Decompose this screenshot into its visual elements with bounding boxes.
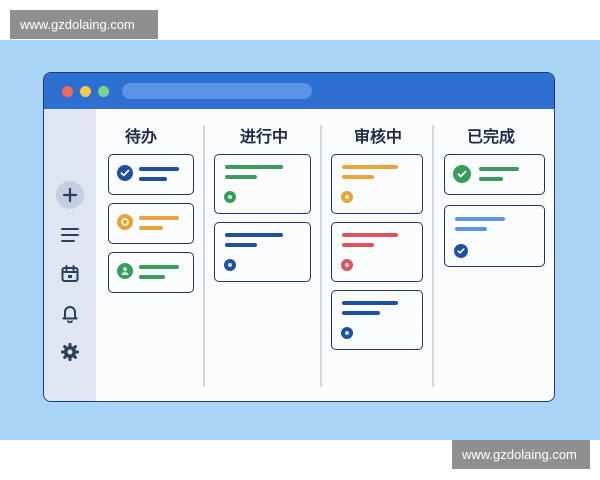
task-card[interactable] (444, 205, 545, 267)
status-dot-icon (345, 331, 349, 335)
sidebar-item-notifications[interactable] (56, 299, 84, 327)
sidebar-item-calendar[interactable] (56, 260, 84, 288)
user-icon (121, 267, 129, 275)
status-dot-icon (228, 263, 232, 267)
close-window-button[interactable] (62, 86, 73, 97)
column-title-review: 审核中 (353, 127, 402, 146)
task-card[interactable] (108, 203, 194, 244)
calendar-icon (61, 265, 79, 282)
gear-icon (121, 218, 129, 226)
app-window: 待办 进行中 审核中 已完成 (43, 72, 555, 402)
bell-icon (62, 306, 78, 323)
title-bar (44, 73, 554, 109)
sidebar (44, 109, 96, 401)
task-card[interactable] (108, 252, 194, 293)
column-title-done: 已完成 (466, 127, 515, 146)
column-divider (320, 125, 322, 387)
check-icon (120, 169, 130, 177)
column-divider (203, 125, 205, 387)
status-dot-icon (345, 195, 349, 199)
sidebar-item-list[interactable] (56, 221, 84, 249)
task-card[interactable] (214, 222, 311, 282)
plus-icon (62, 187, 78, 203)
address-bar[interactable] (122, 83, 312, 99)
column-divider (432, 125, 434, 387)
task-card[interactable] (214, 154, 311, 214)
column-title-in-progress: 进行中 (239, 127, 288, 146)
task-card[interactable] (108, 154, 194, 195)
watermark-bottom: www.gzdolaing.com (452, 440, 590, 469)
check-icon (457, 170, 467, 178)
add-task-button[interactable] (56, 181, 84, 209)
task-card[interactable] (331, 154, 423, 214)
task-card[interactable] (444, 154, 545, 195)
gear-icon (61, 343, 79, 361)
task-card[interactable] (331, 222, 423, 282)
minimize-window-button[interactable] (80, 86, 91, 97)
status-dot-icon (228, 195, 232, 199)
menu-icon (61, 228, 79, 242)
watermark-top: www.gzdolaing.com (10, 10, 158, 39)
status-dot-icon (345, 263, 349, 267)
sidebar-item-settings[interactable] (56, 338, 84, 366)
task-card[interactable] (331, 290, 423, 350)
column-title-todo: 待办 (124, 127, 157, 146)
check-icon (457, 248, 465, 254)
maximize-window-button[interactable] (98, 86, 109, 97)
kanban-board: 待办 进行中 审核中 已完成 (96, 109, 554, 401)
